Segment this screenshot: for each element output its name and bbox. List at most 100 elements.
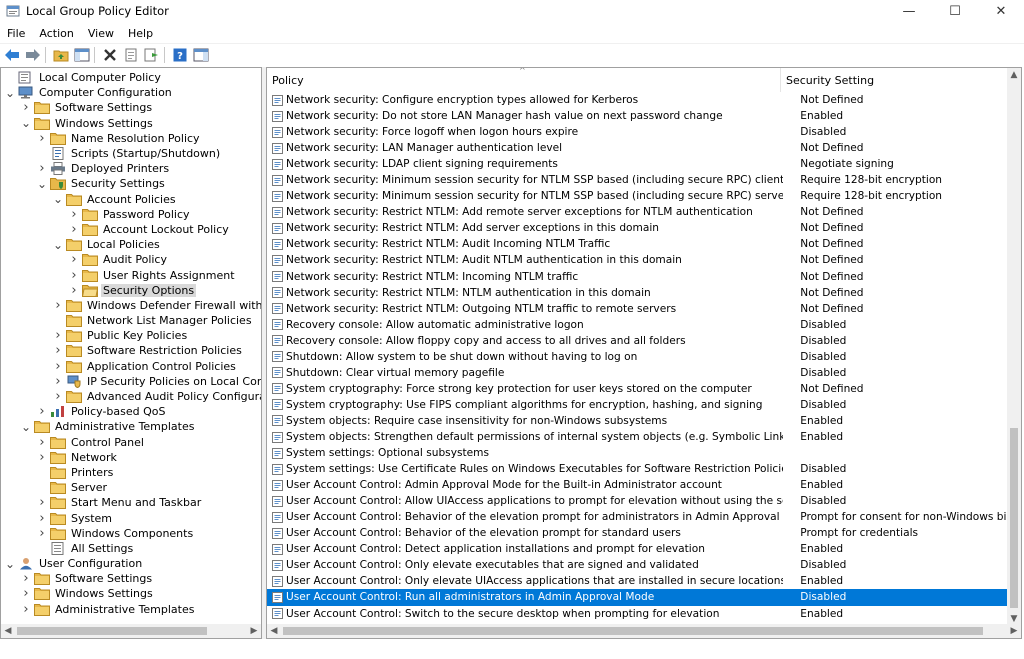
- chevron-right-icon[interactable]: ›: [53, 359, 63, 374]
- tree-item[interactable]: › Password Policy: [1, 207, 261, 222]
- chevron-down-icon[interactable]: ⌄: [21, 117, 31, 129]
- chevron-right-icon[interactable]: ›: [37, 435, 47, 450]
- chevron-down-icon[interactable]: ⌄: [5, 87, 15, 99]
- scroll-right-arrow-icon[interactable]: ▶: [1007, 624, 1021, 638]
- tree-item[interactable]: ⌄ Local Policies: [1, 237, 261, 252]
- chevron-down-icon[interactable]: ⌄: [37, 178, 47, 190]
- policy-row[interactable]: User Account Control: Behavior of the el…: [267, 525, 1009, 541]
- tree-item[interactable]: › Name Resolution Policy: [1, 131, 261, 146]
- tree-item[interactable]: ⌄ Security Settings: [1, 176, 261, 191]
- chevron-right-icon[interactable]: ›: [37, 526, 47, 541]
- policy-row[interactable]: Shutdown: Allow system to be shut down w…: [267, 349, 1009, 365]
- list-scroll-thumb[interactable]: [1010, 428, 1018, 608]
- scroll-left-arrow-icon[interactable]: ◀: [267, 624, 281, 638]
- tree-item[interactable]: › Network: [1, 450, 261, 465]
- tree-scroll-thumb[interactable]: [17, 627, 207, 635]
- list-horizontal-scrollbar[interactable]: ◀ ▶: [267, 624, 1021, 638]
- tree-item[interactable]: › Deployed Printers: [1, 161, 261, 176]
- chevron-right-icon[interactable]: ›: [69, 268, 79, 283]
- chevron-right-icon[interactable]: ›: [53, 343, 63, 358]
- close-button[interactable]: ✕: [978, 0, 1024, 22]
- policy-row[interactable]: Network security: Restrict NTLM: NTLM au…: [267, 285, 1009, 301]
- scroll-right-arrow-icon[interactable]: ▶: [247, 624, 261, 638]
- policy-row[interactable]: User Account Control: Run all administra…: [267, 589, 1009, 606]
- chevron-right-icon[interactable]: ›: [37, 161, 47, 176]
- tree-item[interactable]: Local Computer Policy: [1, 70, 261, 85]
- scroll-left-arrow-icon[interactable]: ◀: [1, 624, 15, 638]
- tree-item[interactable]: › Public Key Policies: [1, 328, 261, 343]
- policy-row[interactable]: Network security: LAN Manager authentica…: [267, 140, 1009, 156]
- policy-row[interactable]: Recovery console: Allow floppy copy and …: [267, 333, 1009, 349]
- policy-row[interactable]: User Account Control: Detect application…: [267, 541, 1009, 557]
- chevron-right-icon[interactable]: ›: [37, 511, 47, 526]
- export-list-button[interactable]: [143, 46, 161, 64]
- tree-item[interactable]: › Advanced Audit Policy Configuration: [1, 389, 261, 404]
- show-action-pane-button[interactable]: [192, 46, 210, 64]
- tree-item[interactable]: Scripts (Startup/Shutdown): [1, 146, 261, 161]
- minimize-button[interactable]: —: [886, 0, 932, 22]
- chevron-right-icon[interactable]: ›: [53, 374, 63, 389]
- tree-item[interactable]: › Policy-based QoS: [1, 404, 261, 419]
- tree-item[interactable]: › Software Settings: [1, 100, 261, 115]
- column-header-policy[interactable]: Policy ^: [267, 68, 781, 92]
- tree-item[interactable]: ⌄ Account Policies: [1, 192, 261, 207]
- tree-horizontal-scrollbar[interactable]: ◀ ▶: [1, 624, 261, 638]
- tree-item[interactable]: › Windows Settings: [1, 586, 261, 601]
- policy-row[interactable]: User Account Control: Switch to the secu…: [267, 606, 1009, 622]
- chevron-down-icon[interactable]: ⌄: [5, 558, 15, 570]
- tree-item[interactable]: › Administrative Templates: [1, 602, 261, 617]
- menu-action[interactable]: Action: [32, 27, 80, 40]
- tree-item[interactable]: › Windows Defender Firewall with Advanc: [1, 298, 261, 313]
- policy-row[interactable]: Network security: Do not store LAN Manag…: [267, 108, 1009, 124]
- policy-row[interactable]: User Account Control: Only elevate execu…: [267, 557, 1009, 573]
- policy-row[interactable]: Network security: Restrict NTLM: Audit N…: [267, 252, 1009, 268]
- tree-item[interactable]: › Windows Components: [1, 526, 261, 541]
- menu-help[interactable]: Help: [121, 27, 160, 40]
- policy-row[interactable]: Network security: Restrict NTLM: Audit I…: [267, 236, 1009, 252]
- policy-row[interactable]: Network security: Restrict NTLM: Incomin…: [267, 269, 1009, 285]
- tree-item[interactable]: Server: [1, 480, 261, 495]
- policy-row[interactable]: Network security: Restrict NTLM: Add rem…: [267, 204, 1009, 220]
- chevron-right-icon[interactable]: ›: [69, 283, 79, 298]
- chevron-down-icon[interactable]: ⌄: [53, 193, 63, 205]
- delete-button[interactable]: [101, 46, 119, 64]
- tree-item[interactable]: ⌄ Administrative Templates: [1, 419, 261, 434]
- tree-item[interactable]: ⌄ Windows Settings: [1, 116, 261, 131]
- menu-file[interactable]: File: [0, 27, 32, 40]
- tree-item[interactable]: › Control Panel: [1, 435, 261, 450]
- policy-row[interactable]: User Account Control: Allow UIAccess app…: [267, 493, 1009, 509]
- policy-row[interactable]: System settings: Optional subsystems: [267, 445, 1009, 461]
- tree-item[interactable]: ⌄ User Configuration: [1, 556, 261, 571]
- chevron-right-icon[interactable]: ›: [21, 586, 31, 601]
- tree-item[interactable]: › Audit Policy: [1, 252, 261, 267]
- chevron-right-icon[interactable]: ›: [69, 207, 79, 222]
- column-header-security-setting[interactable]: Security Setting: [781, 68, 1007, 92]
- tree-item[interactable]: All Settings: [1, 541, 261, 556]
- chevron-right-icon[interactable]: ›: [53, 298, 63, 313]
- show-hide-console-tree-button[interactable]: [73, 46, 91, 64]
- chevron-right-icon[interactable]: ›: [53, 328, 63, 343]
- policy-row[interactable]: User Account Control: Only elevate UIAcc…: [267, 573, 1009, 589]
- chevron-right-icon[interactable]: ›: [21, 100, 31, 115]
- chevron-right-icon[interactable]: ›: [69, 252, 79, 267]
- tree-item[interactable]: Network List Manager Policies: [1, 313, 261, 328]
- menu-view[interactable]: View: [81, 27, 121, 40]
- policy-row[interactable]: User Account Control: Behavior of the el…: [267, 509, 1009, 525]
- tree-item[interactable]: › Software Restriction Policies: [1, 343, 261, 358]
- chevron-right-icon[interactable]: ›: [21, 571, 31, 586]
- policy-row[interactable]: Network security: Force logoff when logo…: [267, 124, 1009, 140]
- chevron-right-icon[interactable]: ›: [69, 222, 79, 237]
- policy-row[interactable]: System objects: Require case insensitivi…: [267, 413, 1009, 429]
- properties-button[interactable]: [122, 46, 140, 64]
- chevron-right-icon[interactable]: ›: [37, 495, 47, 510]
- policy-row[interactable]: Network security: Restrict NTLM: Outgoin…: [267, 301, 1009, 317]
- policy-row[interactable]: Network security: Restrict NTLM: Add ser…: [267, 220, 1009, 236]
- tree-item[interactable]: › IP Security Policies on Local Computer: [1, 374, 261, 389]
- list-hscroll-thumb[interactable]: [283, 627, 983, 635]
- chevron-down-icon[interactable]: ⌄: [53, 239, 63, 251]
- tree-item[interactable]: Printers: [1, 465, 261, 480]
- tree-item[interactable]: › User Rights Assignment: [1, 267, 261, 283]
- list-vertical-scrollbar[interactable]: ▲ ▼: [1007, 68, 1021, 626]
- chevron-down-icon[interactable]: ⌄: [21, 421, 31, 433]
- back-button[interactable]: [3, 46, 21, 64]
